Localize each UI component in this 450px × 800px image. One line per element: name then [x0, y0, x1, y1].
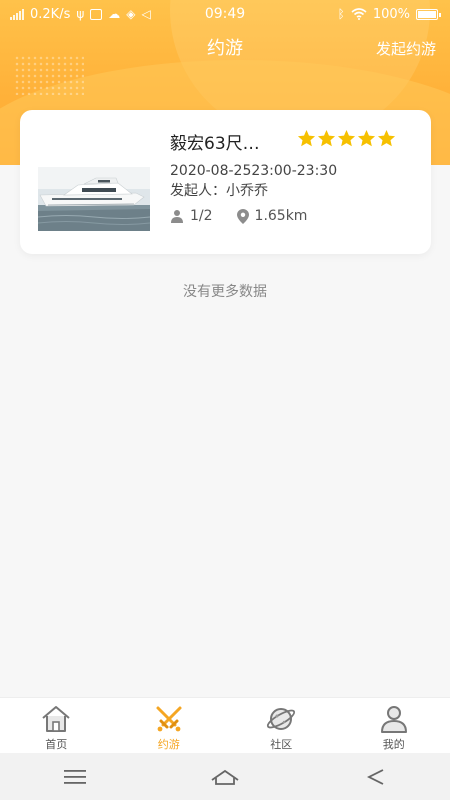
rating-stars: [297, 129, 396, 148]
menu-icon: [64, 769, 86, 784]
star-icon: [377, 129, 396, 147]
tab-mine[interactable]: 我的: [338, 698, 450, 753]
cloud-icon: ☁: [108, 7, 121, 21]
battery-percent: 100%: [372, 6, 410, 22]
back-icon: [366, 768, 384, 785]
shield-icon: ◈: [126, 7, 136, 21]
person-icon: [380, 706, 407, 733]
tab-home[interactable]: 首页: [0, 698, 113, 753]
status-left: 0.2K/s ψ ☁ ◈ ◁: [10, 7, 151, 22]
no-more-data-hint: 没有更多数据: [183, 284, 267, 300]
participants-count: 1/2: [190, 208, 213, 224]
yacht-photo: [38, 167, 150, 231]
star-icon: [297, 129, 316, 147]
tab-trips[interactable]: 约游: [113, 698, 226, 753]
tab-community-label: 社区: [270, 738, 293, 751]
star-icon: [317, 129, 336, 147]
status-right: ᛒ 100%: [337, 6, 441, 22]
swords-icon: [156, 706, 182, 732]
bottom-tab-bar: 首页 约游 社区 我的: [0, 697, 450, 753]
home-button[interactable]: [205, 757, 245, 797]
mute-icon: ◁: [141, 7, 151, 21]
tab-trips-label: 约游: [157, 738, 180, 751]
create-trip-button[interactable]: 发起约游: [376, 32, 436, 66]
distance-value: 1.65km: [254, 208, 308, 224]
star-icon: [337, 129, 356, 147]
menu-button[interactable]: [55, 757, 95, 797]
signal-icon: [10, 8, 24, 20]
app-notification-icon: [90, 8, 103, 20]
tab-community[interactable]: 社区: [225, 698, 338, 753]
planet-icon: [267, 708, 296, 730]
person-icon: [171, 210, 183, 223]
net-speed: 0.2K/s: [30, 6, 71, 22]
back-button[interactable]: [355, 757, 395, 797]
usb-icon: ψ: [76, 7, 85, 21]
trip-datetime: 2020-08-2523:00-23:30: [170, 163, 338, 179]
trip-host: 发起人：小乔乔: [170, 183, 268, 199]
trip-card[interactable]: 毅宏63尺… 2020-08-2523:00-23:30 发起人：小乔乔 1/2…: [20, 110, 431, 254]
trip-meta: 1/2 1.65km: [170, 208, 307, 224]
home-outline-icon: [211, 769, 239, 785]
battery-icon: [416, 8, 441, 20]
status-bar: 0.2K/s ψ ☁ ◈ ◁ 09:49 ᛒ 100%: [0, 0, 450, 28]
star-icon: [357, 129, 376, 147]
tab-mine-label: 我的: [382, 738, 405, 751]
location-pin-icon: [236, 208, 249, 224]
bluetooth-icon: ᛒ: [337, 7, 345, 21]
title-bar: 约游 发起约游: [0, 32, 450, 66]
home-icon: [42, 706, 70, 732]
distance-group: 1.65km: [236, 208, 308, 224]
participants-group: 1/2: [170, 208, 213, 224]
trip-title: 毅宏63尺…: [170, 134, 260, 154]
system-nav-bar: [0, 753, 450, 800]
wifi-icon: [351, 8, 367, 20]
tab-home-label: 首页: [45, 738, 68, 751]
